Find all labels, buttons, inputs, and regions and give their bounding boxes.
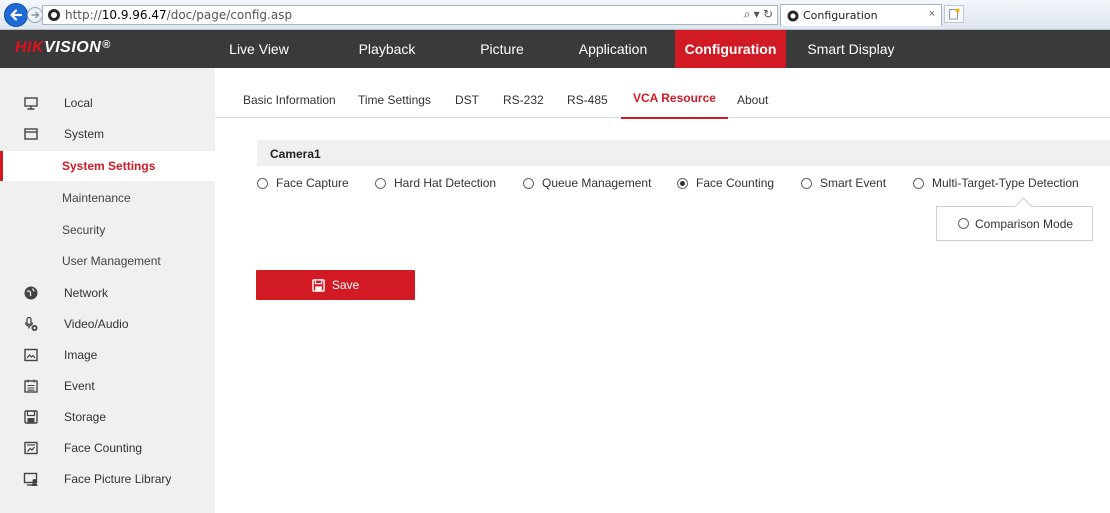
sidebar-item-network[interactable]: Network	[0, 278, 215, 308]
sidebar-item-system[interactable]: System	[0, 119, 215, 149]
tab-title: Configuration	[803, 9, 878, 22]
radio-comparison-mode[interactable]: Comparison Mode	[936, 206, 1093, 241]
forward-button[interactable]	[27, 7, 43, 23]
chart-icon	[23, 440, 39, 456]
sidebar-item-event[interactable]: Event	[0, 371, 215, 401]
sidebar-item-label: Event	[64, 379, 95, 393]
tab-rs485[interactable]: RS-485	[567, 68, 608, 118]
radio-multi-target-type-detection[interactable]: Multi-Target-Type Detection	[913, 176, 1079, 190]
radio-queue-management[interactable]: Queue Management	[523, 176, 651, 190]
sidebar-item-security[interactable]: Security	[0, 215, 215, 245]
tab-vca-resource[interactable]: VCA Resource	[621, 68, 728, 119]
tab-close-icon[interactable]: ×	[929, 8, 935, 20]
radio-circle-icon	[801, 177, 812, 189]
tab-favicon-icon	[787, 10, 799, 21]
sidebar: Local System System Settings Maintenance…	[0, 68, 215, 513]
sidebar-item-local[interactable]: Local	[0, 88, 215, 118]
new-tab-icon	[949, 8, 960, 20]
save-button[interactable]: Save	[256, 270, 415, 300]
sidebar-item-maintenance[interactable]: Maintenance	[0, 183, 215, 213]
tab-dst[interactable]: DST	[455, 68, 479, 118]
back-button[interactable]	[4, 3, 28, 27]
arrow-right-icon	[31, 11, 40, 19]
globe-icon	[23, 285, 39, 301]
sidebar-item-storage[interactable]: Storage	[0, 402, 215, 432]
tab-rs232[interactable]: RS-232	[503, 68, 544, 118]
sidebar-item-face-picture-library[interactable]: Face Picture Library	[0, 464, 215, 494]
nav-live-view[interactable]: Live View	[215, 30, 303, 68]
sidebar-item-label: Storage	[64, 410, 107, 424]
nav-configuration[interactable]: Configuration	[675, 30, 786, 68]
sidebar-item-video-audio[interactable]: Video/Audio	[0, 309, 215, 339]
image-icon	[23, 347, 39, 363]
config-tabs: Basic Information Time Settings DST RS-2…	[215, 68, 1110, 119]
arrow-left-icon	[10, 9, 23, 21]
hikvision-logo: HIKVISION®	[15, 39, 111, 56]
radio-selected-icon	[677, 177, 688, 189]
nav-playback[interactable]: Playback	[332, 30, 442, 68]
url-text: http://10.9.96.47/doc/page/config.asp	[65, 8, 293, 22]
sidebar-item-face-counting[interactable]: Face Counting	[0, 433, 215, 463]
sidebar-item-label: Face Counting	[64, 441, 143, 455]
radio-circle-icon	[257, 177, 268, 189]
sidebar-item-label: Maintenance	[62, 191, 131, 205]
sidebar-item-label: Face Picture Library	[64, 472, 172, 486]
browser-tab[interactable]: Configuration ×	[780, 4, 942, 26]
camera-title: Camera1	[270, 147, 321, 161]
sidebar-item-system-settings[interactable]: System Settings	[0, 151, 215, 181]
monitor-icon	[23, 95, 39, 111]
calendar-icon	[23, 378, 39, 394]
nav-picture[interactable]: Picture	[462, 30, 542, 68]
camera-section-header: Camera1	[257, 140, 1110, 166]
disk-icon	[23, 409, 39, 425]
nav-application[interactable]: Application	[558, 30, 668, 68]
tab-basic-information[interactable]: Basic Information	[243, 68, 336, 118]
radio-circle-icon	[523, 177, 534, 189]
tab-time-settings[interactable]: Time Settings	[358, 68, 431, 118]
radio-circle-icon	[913, 177, 924, 189]
new-tab-button[interactable]	[944, 5, 964, 23]
sidebar-item-label: Local	[64, 96, 93, 110]
floppy-disk-icon	[312, 278, 325, 292]
tab-about[interactable]: About	[737, 68, 768, 118]
search-refresh-icons[interactable]: ⌕ ▾ ↻	[744, 7, 773, 22]
radio-smart-event[interactable]: Smart Event	[801, 176, 886, 190]
sidebar-item-label: Video/Audio	[64, 317, 129, 331]
app-header: HIKVISION® Live View Playback Picture Ap…	[0, 30, 1110, 68]
radio-hard-hat-detection[interactable]: Hard Hat Detection	[375, 176, 496, 190]
browser-toolbar: http://10.9.96.47/doc/page/config.asp ⌕ …	[0, 0, 1110, 30]
sidebar-item-label: Image	[64, 348, 98, 362]
window-icon	[23, 126, 39, 142]
address-bar[interactable]: http://10.9.96.47/doc/page/config.asp ⌕ …	[42, 5, 778, 25]
radio-circle-icon	[958, 218, 969, 229]
mic-camera-icon	[23, 316, 39, 332]
site-identity-icon	[48, 9, 60, 21]
nav-smart-display[interactable]: Smart Display	[792, 30, 910, 68]
sidebar-item-label: System Settings	[62, 159, 156, 173]
sidebar-item-image[interactable]: Image	[0, 340, 215, 370]
sidebar-item-label: System	[64, 127, 105, 141]
sidebar-item-user-management[interactable]: User Management	[0, 246, 215, 276]
radio-face-capture[interactable]: Face Capture	[257, 176, 349, 190]
sidebar-item-label: Security	[62, 223, 106, 237]
face-library-icon	[23, 471, 39, 487]
sidebar-item-label: User Management	[62, 254, 161, 268]
radio-face-counting[interactable]: Face Counting	[677, 176, 774, 190]
radio-circle-icon	[375, 177, 386, 189]
sidebar-item-label: Network	[64, 286, 109, 300]
